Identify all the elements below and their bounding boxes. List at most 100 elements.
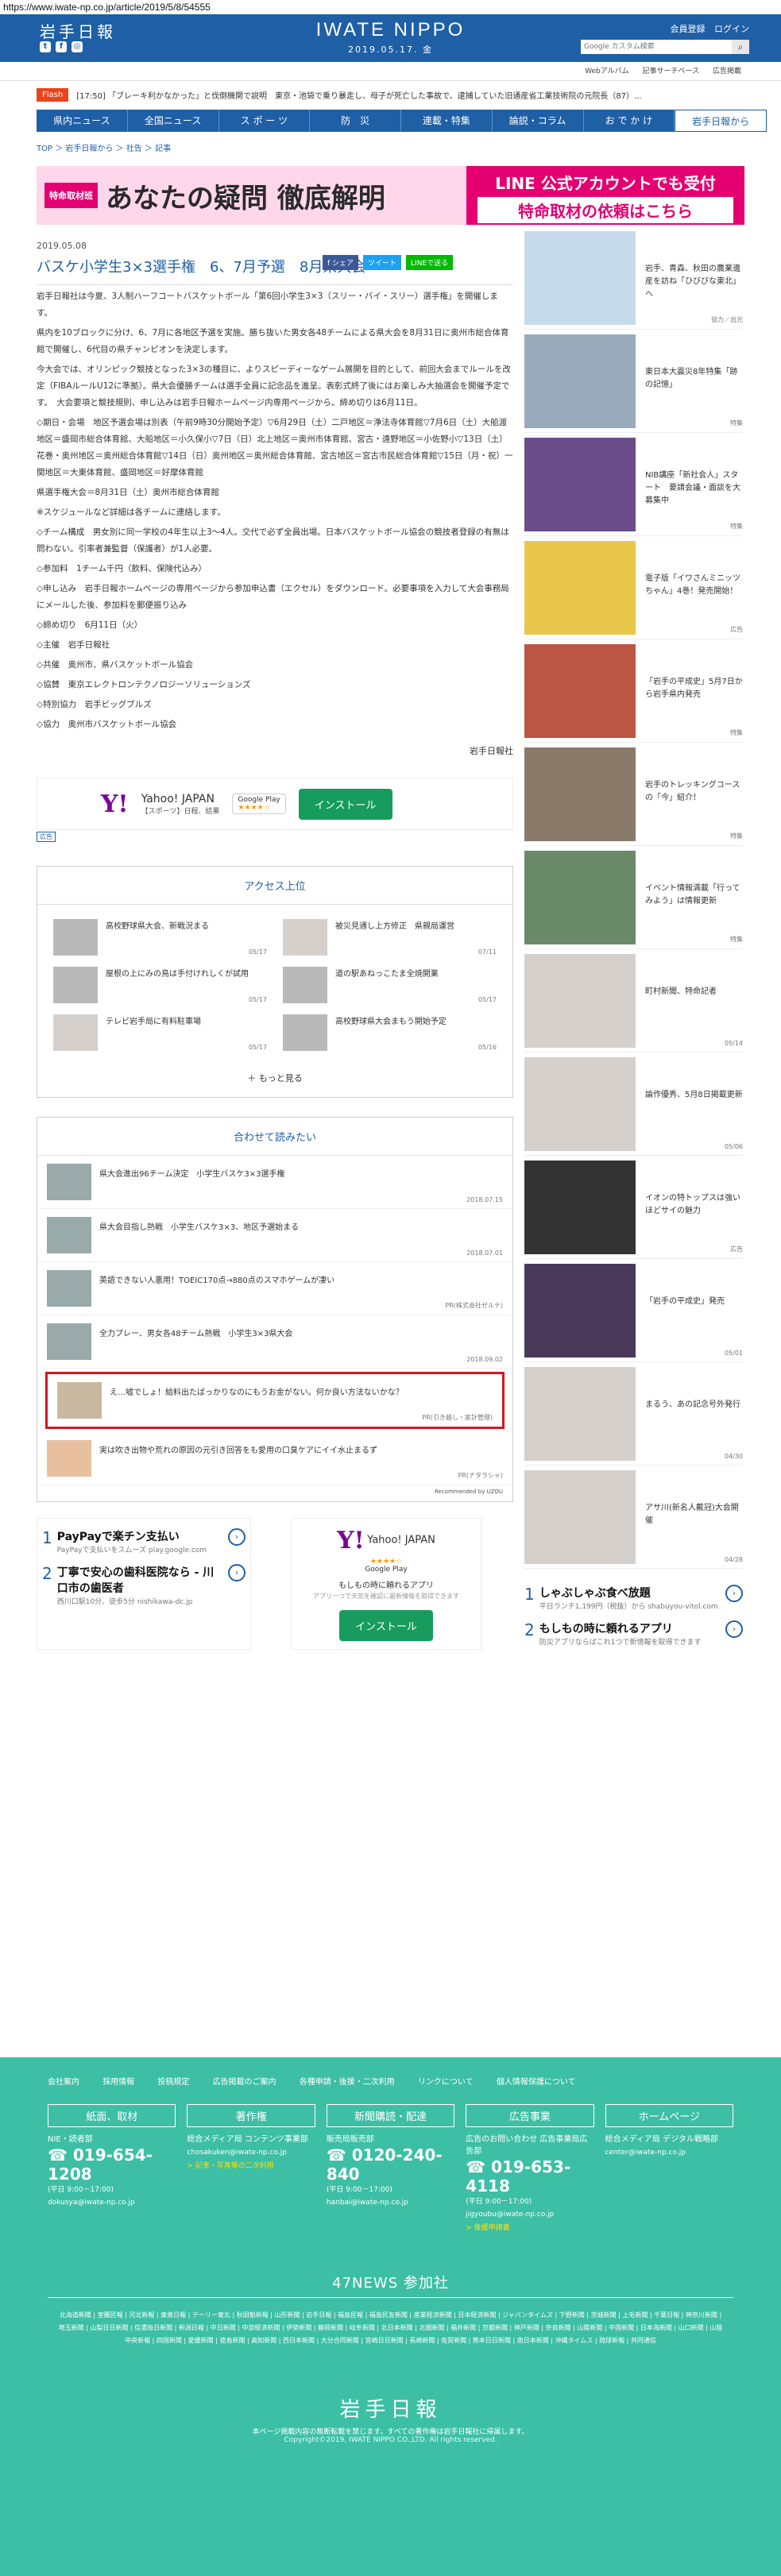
yahoo-app-ad[interactable]: Y! Yahoo! JAPAN 【スポーツ】日程、結果 Google Play ★… [37, 778, 513, 830]
nav-national-news[interactable]: 全国ニュース [127, 110, 219, 132]
ranking-title: アクセス上位 [37, 867, 512, 905]
account-links: 会員登録 ログイン [664, 22, 750, 35]
contact-column: 著作権 総合メディア局 コンテンツ事業部 chosakuken@iwate-np.c… [187, 2104, 315, 2232]
chevron-right-icon[interactable]: › [725, 1585, 743, 1602]
subnav-album[interactable]: Webアルバム [585, 68, 629, 75]
chevron-right-icon[interactable]: › [228, 1528, 246, 1546]
install-button[interactable]: インストール [339, 1610, 433, 1641]
footer-link[interactable]: 会社案内 [48, 2078, 79, 2087]
related-item[interactable]: 県大会進出96チーム決定 小学生バスケ3×3選手権 2018.07.15 [37, 1156, 512, 1209]
flash-text[interactable]: [17:50] 「ブレーキ利かなかった」と伐倒機関で説明 東京・池袋で乗り暴走し… [76, 89, 696, 101]
member-papers[interactable]: 北海道新聞 | 室蘭民報 | 河北新報 | 東奥日報 | デーリー東北 | 秋田… [0, 2303, 781, 2354]
contact-column: 紙面、取材 NIE・読者部 ☎ 019-654-1208 (平日 9:00－17:00… [48, 2104, 176, 2232]
nav-sports[interactable]: ス ポ ー ツ [218, 110, 311, 132]
ranking-item[interactable]: 屋根の上にみの鳥は手付けれしくが試用 05/17 [53, 959, 267, 1006]
nav-local-news[interactable]: 県内ニュース [37, 110, 128, 132]
related-thumbnail [57, 1382, 102, 1419]
sidebar-item[interactable]: イオンの特トップスは強いほどサイの魅力 広告 [524, 1156, 743, 1259]
install-button[interactable]: インストール [298, 788, 392, 820]
search-input[interactable] [581, 40, 732, 54]
article-paragraph: ◇期日・会場 地区予選会場は別表（午前9時30分開始予定）▽6月29日（土）二戸… [37, 418, 513, 477]
email-link[interactable]: chosakuken@iwate-np.co.jp [187, 2149, 315, 2157]
footer-sublink[interactable]: > 記事・写真等の二次利用 [187, 2160, 315, 2170]
related-item-highlighted[interactable]: え…嘘でしょ！給料出たばっかりなのにもうお金がない。何か良い方法ないかな？ PR(… [45, 1372, 505, 1429]
google-play-badge: Google Play ★★★★☆ [232, 794, 286, 814]
facebook-share-button[interactable]: f シェア [323, 255, 359, 270]
article-paragraph: ◇主催 岩手日報社 [37, 640, 110, 650]
article-paragraph: ◇特別協力 岩手ビッグブルズ [37, 700, 152, 709]
ranking-item[interactable]: 高校野球県大会、新戦況まる 05/17 [53, 911, 267, 959]
ranking-thumbnail [283, 1014, 327, 1051]
chevron-right-icon[interactable]: › [228, 1564, 246, 1582]
nav-features[interactable]: 連載・特集 [401, 110, 493, 132]
ranking-item[interactable]: テレビ岩手局に有料駐車場 05/17 [53, 1006, 267, 1054]
text-ad[interactable]: 1 しゃぶしゃぶ食べ放題 平日ランチ1,199円（税抜）から shabuyou-vi… [524, 1580, 743, 1616]
member-register-link[interactable]: 会員登録 [671, 24, 706, 34]
sidebar-item[interactable]: イベント情報満載「行ってみよう」は情報更新 特集 [524, 846, 743, 949]
sub-navigation: Webアルバム 記事サーチベース 広告掲載 [0, 62, 781, 81]
sidebar-item[interactable]: 「岩手の平成史」発売 05/01 [524, 1259, 743, 1362]
tweet-button[interactable]: ツイート [363, 255, 402, 270]
sidebar-item[interactable]: 岩手のトレッキングコースの「今」紹介！ 特集 [524, 743, 743, 846]
text-ad[interactable]: 1 PayPayで楽チン支払い PayPayで支払いをスムーズ play.googl… [42, 1524, 246, 1559]
ranking-item[interactable]: 被災見通し上方修正 県親局運営 07/11 [283, 911, 497, 959]
ranking-item[interactable]: 高校野球県大会まもう開始予定 05/16 [283, 1006, 497, 1054]
promo-banner[interactable]: 特命取材班 あなたの疑問 徹底解明 LINE 公式アカウントでも受付 特命取材の… [37, 166, 744, 225]
address-bar[interactable]: https://www.iwate-np.co.jp/article/2019/… [0, 0, 781, 14]
sidebar-item[interactable]: 岩手、青森、秋田の農業遺産を訪ね「ひびびな東北」へ 協力／出光 [524, 226, 743, 330]
sidebar-item[interactable]: 「岩手の平成史」5月7日から岩手県内発売 特集 [524, 639, 743, 743]
access-ranking: アクセス上位 高校野球県大会、新戦況まる 05/17 被災見通し上方修正 県親局運… [37, 866, 513, 1098]
email-link[interactable]: center@iwate-np.co.jp [605, 2149, 733, 2157]
search-icon[interactable]: ⌕ [732, 40, 749, 54]
nav-editorial[interactable]: 論説・コラム [492, 110, 584, 132]
sidebar-item[interactable]: 論作優秀、5月8日掲載更新 05/06 [524, 1052, 743, 1156]
sidebar-item[interactable]: NIB講座「新社会人」スタート 要請会議・面談を大募集中 特集 [524, 433, 743, 536]
sidebar-item[interactable]: 電子版「イワさんミニッツちゃん」4巻！発売開始！ 広告 [524, 536, 743, 639]
related-thumbnail [47, 1217, 91, 1253]
article-paragraph: ◇チーム構成 男女別に同一学校の4年生以上3～4人。交代で必ず全員出場。日本バス… [37, 527, 509, 554]
footer-link[interactable]: 個人情報保護について [497, 2078, 576, 2087]
footer-link[interactable]: 広告掲載のご案内 [213, 2078, 276, 2087]
footer-sublink[interactable]: > 後援申請書 [466, 2222, 593, 2232]
nav-outing[interactable]: お で か け [583, 110, 675, 132]
footer-link[interactable]: 投稿規定 [157, 2078, 189, 2087]
yahoo-app-ad-2[interactable]: Y! Yahoo! JAPAN ★★★★☆ Google Play もしもの時に… [291, 1518, 481, 1650]
footer-link[interactable]: 各種申請・後援・二次利用 [300, 2078, 395, 2087]
login-link[interactable]: ログイン [714, 24, 749, 34]
article-paragraph: 岩手日報社は今夏、3人制ハーフコートバスケットボール「第6回小学生3×3（スリー… [37, 292, 498, 318]
related-item[interactable]: 全力プレー、男女各48チーム熱戦 小学生3×3県大会 2018.09.02 [37, 1315, 512, 1369]
banner-left: 特命取材班 あなたの疑問 徹底解明 [37, 166, 466, 225]
subnav-search[interactable]: 記事サーチベース [643, 68, 700, 75]
related-item[interactable]: 英語できない人悪用！TOEIC170点→880点のスマホゲームが凄い PR(株式会… [37, 1262, 512, 1315]
nav-from-nippo[interactable]: 岩手日報から [675, 110, 767, 132]
footer-link[interactable]: リンクについて [418, 2078, 474, 2087]
sidebar-item[interactable]: 町村新聞、特命記者 05/14 [524, 949, 743, 1052]
banner-tag: 特命取材班 [44, 183, 98, 208]
subnav-ad[interactable]: 広告掲載 [713, 68, 741, 75]
line-share-button[interactable]: LINEで送る [406, 255, 454, 270]
ranking-item[interactable]: 道の駅あねっこたま全焼開業 05/17 [283, 959, 497, 1006]
site-footer: 会社案内 採用情報 投稿規定 広告掲載のご案内 各種申請・後援・二次利用 リンク… [0, 2057, 781, 2576]
text-ad[interactable]: 2 もしもの時に頼れるアプリ 防災アプリならばこれ1つで新情報を取得できます › [524, 1616, 743, 1651]
chevron-right-icon[interactable]: › [725, 1620, 743, 1638]
email-link[interactable]: hanbai@iwate-np.co.jp [327, 2199, 454, 2207]
email-link[interactable]: dokusya@iwate-np.co.jp [48, 2199, 176, 2207]
article-body: 岩手日報社は今夏、3人制ハーフコートバスケットボール「第6回小学生3×3（スリー… [37, 288, 513, 733]
rating-stars: ★★★★☆ [369, 1558, 403, 1566]
text-ad[interactable]: 2 丁寧で安心の歯科医院なら - 川口市の歯医者 西川口駅10分、徒歩5分 nish… [42, 1559, 246, 1611]
recommended-by: Recommended by UZOU [434, 1489, 503, 1495]
sidebar-thumbnail [524, 231, 636, 325]
related-item[interactable]: 県大会目指し熱戦 小学生バスケ3×3、地区予選始まる 2018.07.01 [37, 1209, 512, 1262]
footer-link[interactable]: 採用情報 [102, 2078, 134, 2087]
related-item[interactable]: 実は吹き出物や荒れの原因の元引き回答をも愛用の口臭ケアにイイ水止まるず PR(ナタ… [37, 1432, 512, 1485]
nav-disaster[interactable]: 防 災 [310, 110, 401, 132]
breadcrumb[interactable]: TOP ＞ 岩手日報から ＞ 社告 ＞ 記事 [0, 132, 781, 163]
sidebar-item[interactable]: アサ川(新名人戴冠)大会開催 04/28 [524, 1466, 743, 1569]
article-paragraph: ◇締め切り 6月11日（火） [37, 620, 143, 630]
email-link[interactable]: jigyoubu@iwate-np.co.jp [466, 2211, 593, 2219]
sidebar-item[interactable]: まるう、あの記念号外発行 04/30 [524, 1362, 743, 1466]
more-button[interactable]: ＋ もっと見る [37, 1060, 512, 1097]
article-paragraph: ◇協賛 東京エレクトロンテクノロジーソリューションズ [37, 680, 251, 689]
sidebar-item[interactable]: 東日本大震災8年特集「跡の記憶」 特集 [524, 330, 743, 433]
banner-cta[interactable]: 特命取材の依頼はこちら [477, 197, 733, 223]
